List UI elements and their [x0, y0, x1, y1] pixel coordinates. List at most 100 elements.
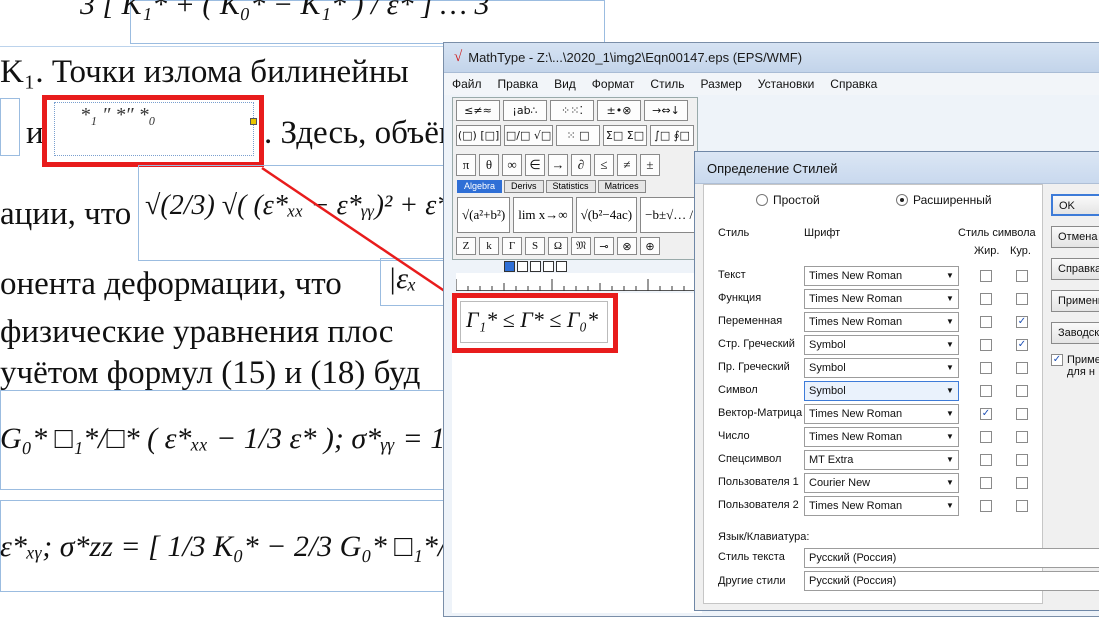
- font-select[interactable]: Symbol ▼: [804, 381, 959, 401]
- bold-checkbox[interactable]: [980, 431, 992, 443]
- template-limit[interactable]: lim x→∞: [513, 197, 573, 233]
- symbol-pi[interactable]: π: [456, 154, 476, 176]
- mathtype-edit-area[interactable]: Γ₁* ≤ Γ* ≤ Γ₀*: [452, 293, 702, 613]
- font-select[interactable]: Times New Roman ▼: [804, 496, 959, 516]
- palette-sums[interactable]: Σ□ Σ□: [603, 125, 647, 146]
- symbol-plusminus[interactable]: ±: [640, 154, 660, 176]
- italic-checkbox[interactable]: [1016, 500, 1028, 512]
- menu-view[interactable]: Вид: [554, 77, 576, 91]
- small-symbol-gamma[interactable]: Γ: [502, 237, 522, 255]
- small-symbol-z[interactable]: Z: [456, 237, 476, 255]
- mathtype-ruler[interactable]: [455, 273, 696, 291]
- symbol-infinity[interactable]: ∞: [502, 154, 522, 176]
- italic-checkbox[interactable]: [1016, 431, 1028, 443]
- palette-operators[interactable]: ±•⊗: [597, 100, 641, 121]
- palette-relations[interactable]: ≤≠≈: [456, 100, 500, 121]
- tab-statistics[interactable]: Statistics: [545, 180, 596, 193]
- symbol-neq[interactable]: ≠: [617, 154, 637, 176]
- radio-advanced-dot[interactable]: [896, 194, 908, 206]
- italic-checkbox[interactable]: [1016, 362, 1028, 374]
- italic-checkbox[interactable]: [1016, 293, 1028, 305]
- italic-checkbox[interactable]: [1016, 270, 1028, 282]
- palette-fractions[interactable]: □/□ √□: [504, 125, 553, 146]
- dialog-title[interactable]: Определение Стилей: [695, 152, 1099, 184]
- bold-checkbox[interactable]: [980, 500, 992, 512]
- symbol-element-of[interactable]: ∈: [525, 154, 545, 176]
- menu-help[interactable]: Справка: [830, 77, 877, 91]
- font-select[interactable]: MT Extra ▼: [804, 450, 959, 470]
- bold-checkbox[interactable]: [980, 270, 992, 282]
- tab-algebra[interactable]: Algebra: [457, 180, 503, 193]
- menu-preferences[interactable]: Установки: [758, 77, 814, 91]
- cancel-button[interactable]: Отмена: [1051, 226, 1099, 248]
- template-discriminant[interactable]: √(b²−4ac): [575, 197, 638, 233]
- palette-fences[interactable]: (□) [□]: [456, 125, 502, 146]
- text-style-language-select[interactable]: Русский (Россия): [804, 548, 1099, 568]
- palette-spaces[interactable]: ¡ab∴: [503, 100, 547, 121]
- tab-right-button[interactable]: [530, 261, 541, 272]
- other-styles-language-select[interactable]: Русский (Россия): [804, 571, 1099, 591]
- small-symbol-multimap[interactable]: ⊸: [594, 237, 614, 255]
- apply-to-new-option[interactable]: ✓ Применить для н: [1051, 354, 1099, 378]
- bold-checkbox[interactable]: [980, 339, 992, 351]
- bold-checkbox[interactable]: [980, 477, 992, 489]
- tab-matrices[interactable]: Matrices: [597, 180, 646, 193]
- palette-arrows[interactable]: →⇔↓: [644, 100, 688, 121]
- template-sqrt-sum[interactable]: √(a²+b²): [457, 197, 511, 233]
- italic-checkbox[interactable]: [1016, 385, 1028, 397]
- radio-simple-dot[interactable]: [756, 194, 768, 206]
- font-select[interactable]: Courier New ▼: [804, 473, 959, 493]
- bold-checkbox[interactable]: [980, 316, 992, 328]
- symbol-partial[interactable]: ∂: [571, 154, 591, 176]
- palette-integrals[interactable]: ∫□ ∮□: [650, 125, 694, 146]
- menu-size[interactable]: Размер: [701, 77, 742, 91]
- apply-button[interactable]: Применить: [1051, 290, 1099, 312]
- radio-simple[interactable]: Простой: [756, 193, 820, 207]
- define-styles-dialog[interactable]: Определение Стилей Простой Расширенный С…: [694, 151, 1099, 611]
- tab-center-button[interactable]: [517, 261, 528, 272]
- radio-advanced[interactable]: Расширенный: [896, 193, 992, 207]
- symbol-leq[interactable]: ≤: [594, 154, 614, 176]
- menu-file[interactable]: Файл: [452, 77, 482, 91]
- tab-derivs[interactable]: Derivs: [504, 180, 544, 193]
- symbol-arrow[interactable]: →: [548, 154, 568, 176]
- font-select[interactable]: Times New Roman ▼: [804, 266, 959, 286]
- small-symbol-omega[interactable]: Ω: [548, 237, 568, 255]
- bold-checkbox[interactable]: [980, 385, 992, 397]
- italic-checkbox[interactable]: ✓: [1016, 339, 1028, 351]
- italic-checkbox[interactable]: ✓: [1016, 316, 1028, 328]
- font-select[interactable]: Times New Roman ▼: [804, 312, 959, 332]
- small-symbol-s[interactable]: S: [525, 237, 545, 255]
- menu-style[interactable]: Стиль: [650, 77, 684, 91]
- small-symbol-fraktur[interactable]: 𝔐: [571, 237, 591, 255]
- menu-format[interactable]: Формат: [592, 77, 635, 91]
- font-select[interactable]: Times New Roman ▼: [804, 289, 959, 309]
- tab-relation-button[interactable]: [543, 261, 554, 272]
- menu-edit[interactable]: Правка: [498, 77, 539, 91]
- small-symbol-otimes[interactable]: ⊗: [617, 237, 637, 255]
- italic-checkbox[interactable]: [1016, 408, 1028, 420]
- small-symbol-oplus[interactable]: ⊕: [640, 237, 660, 255]
- bold-checkbox[interactable]: ✓: [980, 408, 992, 420]
- small-symbol-k[interactable]: k: [479, 237, 499, 255]
- bold-checkbox[interactable]: [980, 362, 992, 374]
- mathtype-titlebar[interactable]: √ MathType - Z:\...\2020_1\img2\Eqn00147…: [444, 43, 1099, 73]
- tab-left-button[interactable]: [504, 261, 515, 272]
- factory-settings-button[interactable]: Заводские: [1051, 322, 1099, 344]
- font-select[interactable]: Symbol ▼: [804, 358, 959, 378]
- apply-to-new-checkbox[interactable]: ✓: [1051, 354, 1063, 366]
- help-button[interactable]: Справка: [1051, 258, 1099, 280]
- italic-checkbox[interactable]: [1016, 454, 1028, 466]
- bold-checkbox[interactable]: [980, 293, 992, 305]
- symbol-theta[interactable]: θ: [479, 154, 499, 176]
- font-select[interactable]: Times New Roman ▼: [804, 427, 959, 447]
- italic-checkbox[interactable]: [1016, 477, 1028, 489]
- palette-scripts[interactable]: ⁙ □: [556, 125, 600, 146]
- tab-decimal-button[interactable]: [556, 261, 567, 272]
- font-select[interactable]: Symbol ▼: [804, 335, 959, 355]
- bold-checkbox[interactable]: [980, 454, 992, 466]
- ok-button[interactable]: OK: [1051, 194, 1099, 216]
- dropdown-arrow-icon: ▼: [946, 317, 954, 326]
- font-select[interactable]: Times New Roman ▼: [804, 404, 959, 424]
- palette-embellishments[interactable]: ⁘⁙⁚: [550, 100, 594, 121]
